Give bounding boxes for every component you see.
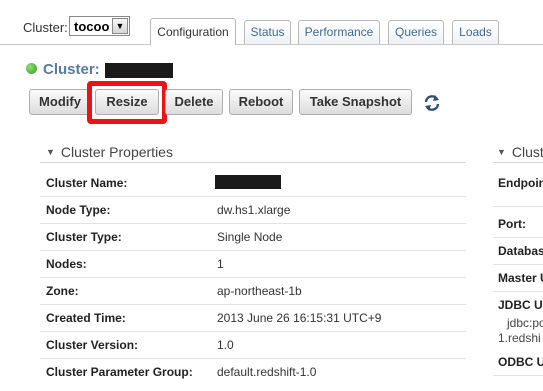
tab-status[interactable]: Status <box>244 20 291 44</box>
cluster-properties-heading[interactable]: ▼ Cluster Properties <box>46 144 173 160</box>
jdbc-url-value: 1.redshi <box>498 331 541 345</box>
row-divider <box>40 277 466 278</box>
property-value: 2013 June 26 16:15:31 UTC+9 <box>217 311 382 325</box>
row-divider <box>40 331 466 332</box>
right-panel-label: Databas <box>498 244 543 258</box>
top-bar: Cluster: tocoo ▼ Configuration Status Pe… <box>0 0 543 45</box>
cluster-select[interactable]: tocoo ▼ <box>69 16 130 36</box>
row-divider <box>493 291 543 292</box>
property-label: Node Type: <box>46 203 111 217</box>
row-divider <box>40 250 466 251</box>
row-divider <box>493 264 543 265</box>
delete-button[interactable]: Delete <box>165 89 223 115</box>
section-divider <box>493 162 543 163</box>
cluster-select-value: tocoo <box>74 19 110 34</box>
right-panel-label: JDBC UF <box>498 298 543 312</box>
cluster-select-label: Cluster: <box>23 20 68 35</box>
property-value: 1.0 <box>217 338 234 352</box>
property-value: ap-northeast-1b <box>217 284 302 298</box>
property-label: Zone: <box>46 284 79 298</box>
tab-queries[interactable]: Queries <box>388 20 444 44</box>
row-divider <box>40 358 466 359</box>
right-panel-heading[interactable]: ▼ Clust <box>497 144 543 160</box>
row-divider <box>493 206 543 207</box>
row-divider <box>493 375 543 376</box>
tab-configuration[interactable]: Configuration <box>150 18 236 45</box>
row-divider <box>40 223 466 224</box>
redacted-cluster-name-value <box>215 175 281 189</box>
take-snapshot-button[interactable]: Take Snapshot <box>299 89 412 115</box>
property-label: Cluster Name: <box>46 176 128 190</box>
row-divider <box>493 237 543 238</box>
dropdown-arrow-icon[interactable]: ▼ <box>112 18 128 34</box>
property-label: Cluster Type: <box>46 230 122 244</box>
property-value: 1 <box>217 257 224 271</box>
right-panel-label: Endpoin <box>498 176 543 190</box>
property-label: Cluster Parameter Group: <box>46 365 193 379</box>
property-value: default.redshift-1.0 <box>217 365 317 379</box>
property-label: Created Time: <box>46 311 126 325</box>
refresh-icon[interactable] <box>423 94 441 112</box>
reboot-button[interactable]: Reboot <box>229 89 293 115</box>
property-value: dw.hs1.xlarge <box>217 203 291 217</box>
tab-performance[interactable]: Performance <box>298 20 380 44</box>
property-label: Nodes: <box>46 257 87 271</box>
collapse-triangle-icon[interactable]: ▼ <box>46 147 55 157</box>
cluster-title: Cluster: <box>43 61 100 78</box>
section-divider <box>40 162 466 163</box>
tab-loads[interactable]: Loads <box>452 20 499 44</box>
row-divider <box>40 304 466 305</box>
right-panel-label: Master U <box>498 271 543 285</box>
property-label: Cluster Version: <box>46 338 139 352</box>
right-panel-label: ODBC U <box>498 355 543 369</box>
redacted-cluster-name <box>105 63 173 78</box>
right-panel-title: Clust <box>511 144 543 160</box>
modify-button[interactable]: Modify <box>29 89 91 115</box>
cluster-properties-title: Cluster Properties <box>60 144 173 160</box>
collapse-triangle-icon[interactable]: ▼ <box>497 147 506 157</box>
resize-highlight-box <box>87 81 167 124</box>
status-available-icon <box>26 63 37 74</box>
right-panel-label: Port: <box>498 217 526 231</box>
property-value: Single Node <box>217 230 283 244</box>
row-divider <box>40 196 466 197</box>
jdbc-url-value: jdbc:po <box>507 316 543 330</box>
